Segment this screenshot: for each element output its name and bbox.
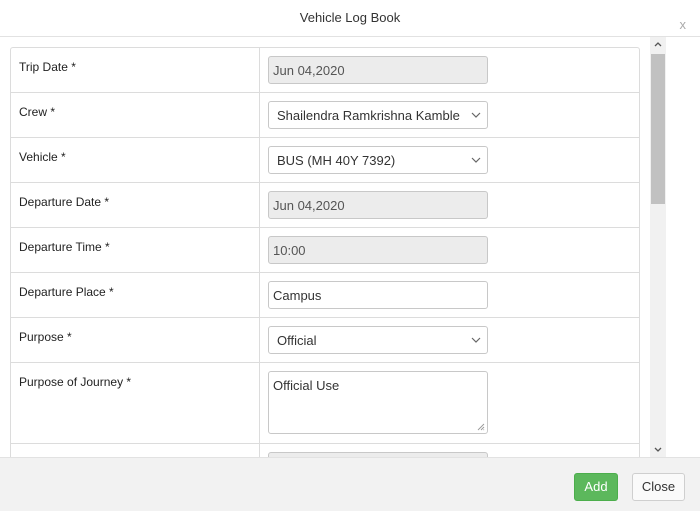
chevron-down-icon xyxy=(471,157,481,163)
trip-date-cell: Jun 04,2020 xyxy=(260,48,639,92)
purpose-of-journey-value: Official Use xyxy=(273,378,340,393)
purpose-of-journey-cell: Official Use xyxy=(260,363,639,443)
trip-date-label: Trip Date * xyxy=(11,48,260,92)
departure-date-field[interactable]: Jun 04,2020 xyxy=(268,191,488,219)
form-table: Trip Date * Jun 04,2020 Crew * Shailendr… xyxy=(10,47,640,457)
departure-date-label: Departure Date * xyxy=(11,183,260,227)
purpose-select-value: Official xyxy=(277,333,317,348)
close-icon[interactable]: x xyxy=(680,18,687,31)
purpose-cell: Official xyxy=(260,318,639,362)
purpose-select[interactable]: Official xyxy=(268,326,488,354)
form-row-purpose: Purpose * Official xyxy=(11,318,639,363)
purpose-of-journey-textarea[interactable]: Official Use xyxy=(268,371,488,434)
form-row-departure-place: Departure Place * Campus xyxy=(11,273,639,318)
form-row-next xyxy=(11,444,639,457)
trip-date-field[interactable]: Jun 04,2020 xyxy=(268,56,488,84)
chevron-down-icon xyxy=(471,112,481,118)
form-row-vehicle: Vehicle * BUS (MH 40Y 7392) xyxy=(11,138,639,183)
vehicle-cell: BUS (MH 40Y 7392) xyxy=(260,138,639,182)
form-row-departure-time: Departure Time * 10:00 xyxy=(11,228,639,273)
crew-label: Crew * xyxy=(11,93,260,137)
departure-place-label: Departure Place * xyxy=(11,273,260,317)
departure-place-input[interactable]: Campus xyxy=(268,281,488,309)
dialog-title: Vehicle Log Book xyxy=(299,10,401,25)
form-row-departure-date: Departure Date * Jun 04,2020 xyxy=(11,183,639,228)
vehicle-select[interactable]: BUS (MH 40Y 7392) xyxy=(268,146,488,174)
close-button[interactable]: Close xyxy=(632,473,685,501)
departure-time-cell: 10:00 xyxy=(260,228,639,272)
chevron-down-icon[interactable] xyxy=(650,441,666,457)
vehicle-select-value: BUS (MH 40Y 7392) xyxy=(277,153,396,168)
departure-time-field[interactable]: 10:00 xyxy=(268,236,488,264)
next-row-label xyxy=(11,444,260,457)
dialog-footer: Add Close xyxy=(0,457,700,511)
dialog-header: Vehicle Log Book x xyxy=(0,0,700,37)
crew-cell: Shailendra Ramkrishna Kamble xyxy=(260,93,639,137)
add-button[interactable]: Add xyxy=(574,473,618,501)
departure-place-cell: Campus xyxy=(260,273,639,317)
chevron-down-icon xyxy=(471,337,481,343)
departure-time-label: Departure Time * xyxy=(11,228,260,272)
scrollbar-thumb[interactable] xyxy=(651,54,665,204)
crew-select[interactable]: Shailendra Ramkrishna Kamble xyxy=(268,101,488,129)
vertical-scrollbar[interactable] xyxy=(650,37,666,457)
resize-handle-icon[interactable] xyxy=(477,423,485,431)
next-row-cell xyxy=(260,444,639,457)
form-row-trip-date: Trip Date * Jun 04,2020 xyxy=(11,48,639,93)
form-row-crew: Crew * Shailendra Ramkrishna Kamble xyxy=(11,93,639,138)
departure-date-cell: Jun 04,2020 xyxy=(260,183,639,227)
vehicle-log-book-dialog: Vehicle Log Book x Trip Date * Jun 04,20… xyxy=(0,0,700,511)
purpose-of-journey-label: Purpose of Journey * xyxy=(11,363,260,443)
chevron-up-icon[interactable] xyxy=(650,37,666,53)
vehicle-label: Vehicle * xyxy=(11,138,260,182)
purpose-label: Purpose * xyxy=(11,318,260,362)
form-row-purpose-of-journey: Purpose of Journey * Official Use xyxy=(11,363,639,444)
crew-select-value: Shailendra Ramkrishna Kamble xyxy=(277,108,460,123)
dialog-body: Trip Date * Jun 04,2020 Crew * Shailendr… xyxy=(0,37,700,457)
